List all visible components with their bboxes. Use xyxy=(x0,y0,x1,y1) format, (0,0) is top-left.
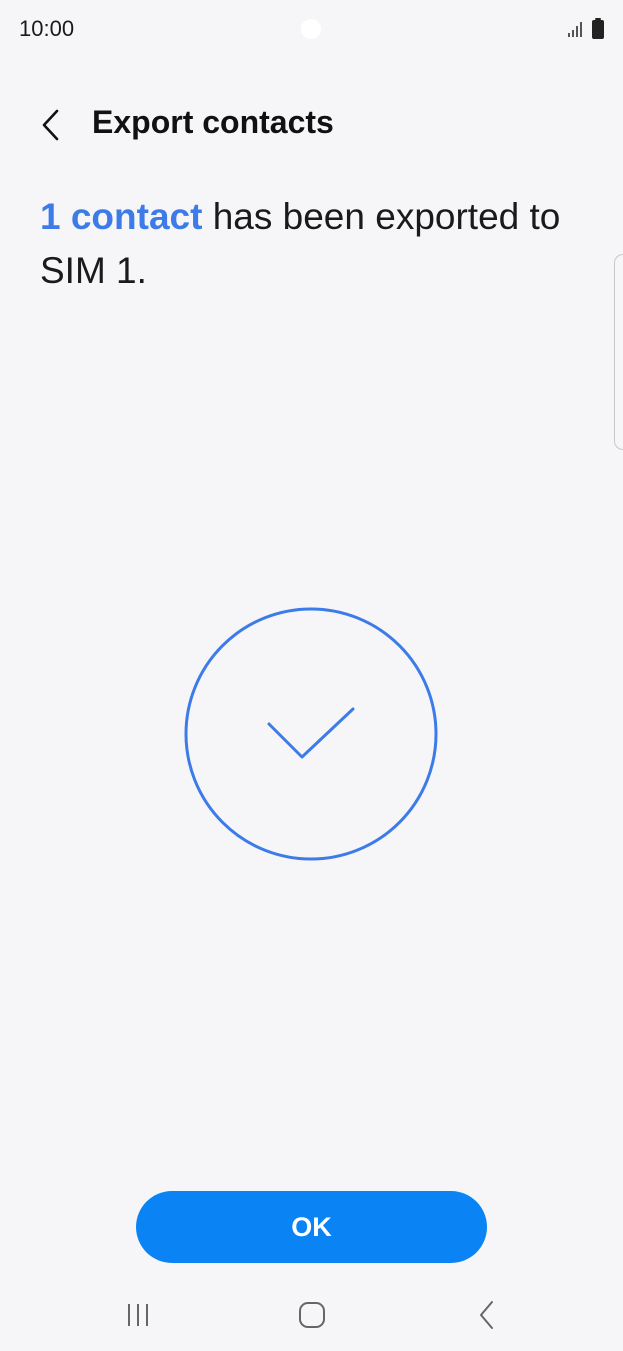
home-icon xyxy=(299,1302,325,1328)
back-icon xyxy=(480,1301,493,1329)
battery-icon xyxy=(592,18,604,39)
camera-cutout xyxy=(301,19,321,39)
contact-count: 1 contact xyxy=(40,196,203,237)
export-message: 1 contact has been exported to SIM 1. xyxy=(40,190,580,298)
screen: 10:00 Export contacts 1 contact has been… xyxy=(0,0,623,1351)
check-circle-icon xyxy=(184,607,438,861)
page-title: Export contacts xyxy=(92,104,334,140)
ok-button[interactable]: OK xyxy=(136,1191,487,1263)
home-button[interactable] xyxy=(282,1295,342,1335)
scroll-indicator[interactable] xyxy=(614,254,623,450)
status-time: 10:00 xyxy=(19,16,75,41)
navigation-bar xyxy=(0,1285,623,1351)
recent-apps-button[interactable] xyxy=(108,1295,168,1335)
signal-icon xyxy=(568,22,582,37)
header: Export contacts xyxy=(0,90,623,160)
status-bar: 10:00 xyxy=(0,0,623,60)
back-button[interactable] xyxy=(26,100,76,150)
recent-apps-icon xyxy=(128,1304,148,1326)
chevron-left-icon xyxy=(42,109,59,141)
nav-back-button[interactable] xyxy=(457,1295,517,1335)
